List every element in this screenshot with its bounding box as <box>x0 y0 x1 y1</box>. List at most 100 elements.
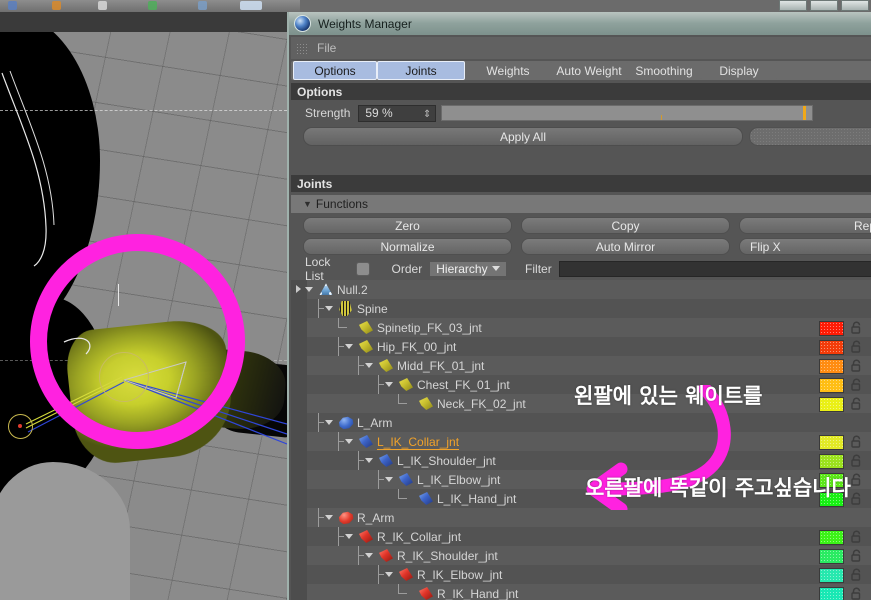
tree-expander-icon[interactable] <box>325 420 333 425</box>
tab-display[interactable]: Display <box>701 61 777 80</box>
lock-icon[interactable] <box>850 435 863 448</box>
zero-button[interactable]: Zero <box>303 217 512 234</box>
tree-row[interactable]: Chest_FK_01_jnt <box>307 375 871 394</box>
functions-group-header[interactable]: ▼ Functions <box>291 195 871 213</box>
weight-color-swatch[interactable] <box>819 378 844 393</box>
tab-smoothing[interactable]: Smoothing <box>627 61 702 80</box>
tree-expander-icon[interactable] <box>365 363 373 368</box>
strength-slider[interactable] <box>441 105 814 121</box>
weight-color-swatch[interactable] <box>819 473 844 488</box>
joint-handle-gizmo[interactable] <box>8 414 33 439</box>
weight-color-swatch[interactable] <box>819 435 844 450</box>
tree-row[interactable]: L_IK_Shoulder_jnt <box>307 451 871 470</box>
lock-icon[interactable] <box>850 568 863 581</box>
filter-input[interactable] <box>558 260 871 277</box>
tree-row[interactable]: R_Arm <box>307 508 871 527</box>
menu-item-file[interactable]: File <box>317 41 336 55</box>
toolbar-icon-move[interactable] <box>52 1 61 10</box>
tree-expander-icon[interactable] <box>365 458 373 463</box>
lock-icon[interactable] <box>850 378 863 391</box>
tree-expander-icon[interactable] <box>345 534 353 539</box>
lock-icon[interactable] <box>850 397 863 410</box>
tree-row[interactable]: L_Arm <box>307 413 871 432</box>
tree-row[interactable]: R_IK_Elbow_jnt <box>307 565 871 584</box>
auto-mirror-button[interactable]: Auto Mirror <box>521 238 730 255</box>
lock-icon[interactable] <box>850 454 863 467</box>
tree-row[interactable]: L_IK_Elbow_jnt <box>307 470 871 489</box>
slider-handle[interactable] <box>803 106 807 120</box>
menu-grip-icon[interactable] <box>296 42 307 54</box>
tree-row[interactable]: Neck_FK_02_jnt <box>307 394 871 413</box>
toolbar-icon-undo[interactable] <box>8 1 17 10</box>
tab-joints[interactable]: Joints <box>377 61 465 80</box>
tree-expander-icon[interactable] <box>385 477 393 482</box>
lock-icon[interactable] <box>850 492 863 505</box>
copy-button[interactable]: Copy <box>521 217 730 234</box>
tree-expander-icon[interactable] <box>345 439 353 444</box>
chevron-down-icon[interactable]: ▼ <box>303 199 312 209</box>
weight-color-swatch[interactable] <box>819 454 844 469</box>
weight-color-swatch[interactable] <box>819 340 844 355</box>
chevron-down-icon[interactable] <box>492 265 501 271</box>
dialog-titlebar[interactable]: Weights Manager <box>289 12 871 35</box>
dialog-tabbar[interactable]: Options Joints Weights Auto Weight Smoothing… <box>291 61 871 80</box>
apply-all-overflow-button[interactable] <box>749 127 871 146</box>
weight-color-swatch[interactable] <box>819 359 844 374</box>
replace-button[interactable]: Replace <box>739 217 871 234</box>
weight-color-swatch[interactable] <box>819 492 844 507</box>
close-button[interactable] <box>841 0 869 11</box>
lock-icon[interactable] <box>850 340 863 353</box>
stepper-arrows-icon[interactable]: ⇕ <box>423 107 431 122</box>
flip-x-button[interactable]: Flip X <box>739 238 871 255</box>
dialog-menubar[interactable]: File <box>291 37 871 59</box>
weight-color-swatch[interactable] <box>819 397 844 412</box>
tree-row[interactable]: Spinetip_FK_03_jnt <box>307 318 871 337</box>
tree-expander-icon[interactable] <box>345 344 353 349</box>
lock-icon[interactable] <box>850 549 863 562</box>
lock-icon[interactable] <box>850 473 863 486</box>
application-secondary-toolbar[interactable] <box>0 12 300 32</box>
3d-viewport[interactable] <box>0 32 287 600</box>
lock-icon[interactable] <box>850 530 863 543</box>
strength-input[interactable]: 59 % ⇕ <box>358 104 437 122</box>
tab-weights[interactable]: Weights <box>465 61 552 80</box>
tree-expander-icon[interactable] <box>325 515 333 520</box>
tree-root-expander-icon[interactable] <box>296 285 301 293</box>
lock-icon[interactable] <box>850 321 863 334</box>
toolbar-icon-scale[interactable] <box>98 1 107 10</box>
window-controls[interactable] <box>773 0 869 11</box>
weight-color-swatch[interactable] <box>819 530 844 545</box>
tree-expander-icon[interactable] <box>305 287 313 292</box>
tab-auto-weight[interactable]: Auto Weight <box>551 61 628 80</box>
weight-color-swatch[interactable] <box>819 321 844 336</box>
toolbar-icon-camera[interactable] <box>198 1 207 10</box>
lock-icon[interactable] <box>850 587 863 600</box>
tree-row[interactable]: R_IK_Shoulder_jnt <box>307 546 871 565</box>
weight-color-swatch[interactable] <box>819 587 844 600</box>
tree-expander-icon[interactable] <box>385 382 393 387</box>
toolbar-icon-render[interactable] <box>240 1 262 10</box>
tab-options[interactable]: Options <box>293 61 377 80</box>
apply-all-button[interactable]: Apply All <box>303 127 743 146</box>
tree-row[interactable]: Null.2 <box>305 280 871 299</box>
lock-list-checkbox[interactable] <box>356 261 370 276</box>
tree-row[interactable]: L_IK_Collar_jnt <box>307 432 871 451</box>
tree-row[interactable]: L_IK_Hand_jnt <box>307 489 871 508</box>
order-select[interactable]: Hierarchy <box>429 260 508 277</box>
lock-icon[interactable] <box>850 359 863 372</box>
tree-row[interactable]: R_IK_Hand_jnt <box>307 584 871 600</box>
tree-row[interactable]: Hip_FK_00_jnt <box>307 337 871 356</box>
tree-row[interactable]: Midd_FK_01_jnt <box>307 356 871 375</box>
weight-color-swatch[interactable] <box>819 549 844 564</box>
minimize-button[interactable] <box>779 0 807 11</box>
tree-expander-icon[interactable] <box>385 572 393 577</box>
tree-row[interactable]: Spine <box>307 299 871 318</box>
tree-expander-icon[interactable] <box>365 553 373 558</box>
tree-expander-icon[interactable] <box>325 306 333 311</box>
normalize-button[interactable]: Normalize <box>303 238 512 255</box>
weight-color-swatch[interactable] <box>819 568 844 583</box>
joint-tree-list[interactable]: Null.2 Spine Spinetip_FK_03_jnt Hip_FK_00_j… <box>291 280 871 600</box>
toolbar-icon-rotate[interactable] <box>148 1 157 10</box>
tree-row[interactable]: R_IK_Collar_jnt <box>307 527 871 546</box>
maximize-button[interactable] <box>810 0 838 11</box>
